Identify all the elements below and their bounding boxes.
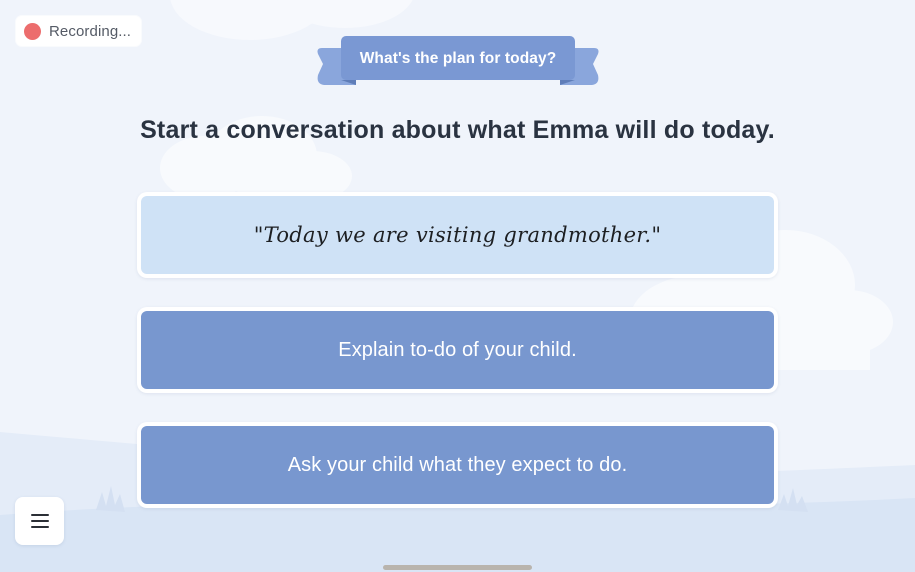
option-ask-button[interactable]: Ask your child what they expect to do.	[137, 422, 778, 508]
recording-indicator: Recording...	[16, 16, 142, 46]
menu-button[interactable]	[15, 497, 64, 545]
option-ask-label: Ask your child what they expect to do.	[287, 453, 628, 476]
cloud-top	[170, 0, 413, 40]
hamburger-menu-icon	[30, 514, 49, 528]
option-quote-face: "Today we are visiting grandmother."	[141, 196, 774, 274]
option-ask-face: Ask your child what they expect to do.	[141, 426, 774, 504]
option-quote-button[interactable]: "Today we are visiting grandmother."	[137, 192, 778, 278]
home-indicator-bar[interactable]	[383, 565, 532, 570]
option-explain-face: Explain to-do of your child.	[141, 311, 774, 389]
front-hill	[0, 498, 915, 572]
option-explain-button[interactable]: Explain to-do of your child.	[137, 307, 778, 393]
option-quote-label: "Today we are visiting grandmother."	[253, 223, 662, 247]
banner-title: What's the plan for today?	[359, 49, 557, 67]
topic-banner: What's the plan for today?	[316, 36, 600, 88]
prompt-heading: Start a conversation about what Emma wil…	[140, 116, 775, 144]
option-explain-label: Explain to-do of your child.	[338, 338, 577, 361]
recording-dot-icon	[24, 22, 41, 40]
recording-label: Recording...	[49, 22, 132, 40]
